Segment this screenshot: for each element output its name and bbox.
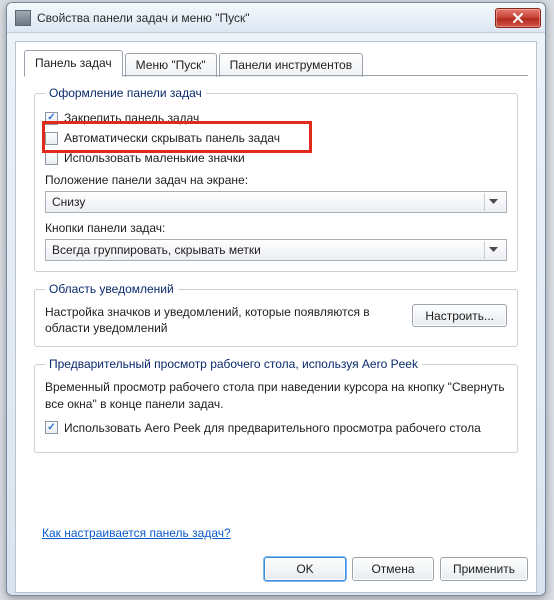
group-aero-legend: Предварительный просмотр рабочего стола,… xyxy=(45,357,422,371)
checkbox-row-autohide[interactable]: Автоматически скрывать панель задач xyxy=(45,131,507,145)
checkbox-autohide-label: Автоматически скрывать панель задач xyxy=(64,131,280,145)
properties-dialog: Свойства панели задач и меню "Пуск" Пане… xyxy=(6,2,546,596)
tab-panel-taskbar: Оформление панели задач Закрепить панель… xyxy=(24,76,528,548)
client-area: Панель задач Меню "Пуск" Панели инструме… xyxy=(15,41,537,593)
aero-description: Временный просмотр рабочего стола при на… xyxy=(45,379,507,411)
app-icon xyxy=(15,10,31,26)
notification-description: Настройка значков и уведомлений, которые… xyxy=(45,304,404,336)
chevron-down-icon xyxy=(484,241,502,259)
select-position[interactable]: Снизу xyxy=(45,191,507,213)
group-notification-area: Область уведомлений Настройка значков и … xyxy=(34,282,518,347)
checkbox-row-lock[interactable]: Закрепить панель задач xyxy=(45,111,507,125)
checkbox-aero-peek-label: Использовать Aero Peek для предварительн… xyxy=(64,420,481,436)
checkbox-lock-taskbar[interactable] xyxy=(45,112,58,125)
checkbox-row-small-icons[interactable]: Использовать маленькие значки xyxy=(45,151,507,165)
chevron-down-icon xyxy=(484,193,502,211)
ok-button[interactable]: OK xyxy=(264,557,346,581)
group-appearance: Оформление панели задач Закрепить панель… xyxy=(34,86,518,272)
window-title: Свойства панели задач и меню "Пуск" xyxy=(37,11,495,25)
group-notification-legend: Область уведомлений xyxy=(45,282,178,296)
select-position-value: Снизу xyxy=(52,195,85,209)
group-appearance-legend: Оформление панели задач xyxy=(45,86,206,100)
label-position: Положение панели задач на экране: xyxy=(45,173,507,187)
tab-start-menu[interactable]: Меню "Пуск" xyxy=(125,53,217,77)
close-icon xyxy=(512,13,524,23)
tab-strip: Панель задач Меню "Пуск" Панели инструме… xyxy=(16,42,536,76)
dialog-footer: OK Отмена Применить xyxy=(24,554,528,584)
label-buttons: Кнопки панели задач: xyxy=(45,221,507,235)
apply-button[interactable]: Применить xyxy=(440,557,528,581)
checkbox-small-icons[interactable] xyxy=(45,152,58,165)
checkbox-row-aero-peek[interactable]: Использовать Aero Peek для предварительн… xyxy=(45,420,507,436)
help-link[interactable]: Как настраивается панель задач? xyxy=(42,526,231,540)
close-button[interactable] xyxy=(495,8,541,28)
checkbox-small-icons-label: Использовать маленькие значки xyxy=(64,151,245,165)
tab-toolbars[interactable]: Панели инструментов xyxy=(219,53,363,77)
select-buttons[interactable]: Всегда группировать, скрывать метки xyxy=(45,239,507,261)
checkbox-lock-label: Закрепить панель задач xyxy=(64,111,199,125)
tab-taskbar[interactable]: Панель задач xyxy=(24,50,123,77)
customize-button[interactable]: Настроить... xyxy=(412,304,507,327)
group-aero-peek: Предварительный просмотр рабочего стола,… xyxy=(34,357,518,453)
checkbox-aero-peek[interactable] xyxy=(45,421,58,434)
cancel-button[interactable]: Отмена xyxy=(352,557,434,581)
checkbox-autohide[interactable] xyxy=(45,132,58,145)
select-buttons-value: Всегда группировать, скрывать метки xyxy=(52,243,261,257)
titlebar[interactable]: Свойства панели задач и меню "Пуск" xyxy=(7,3,545,33)
